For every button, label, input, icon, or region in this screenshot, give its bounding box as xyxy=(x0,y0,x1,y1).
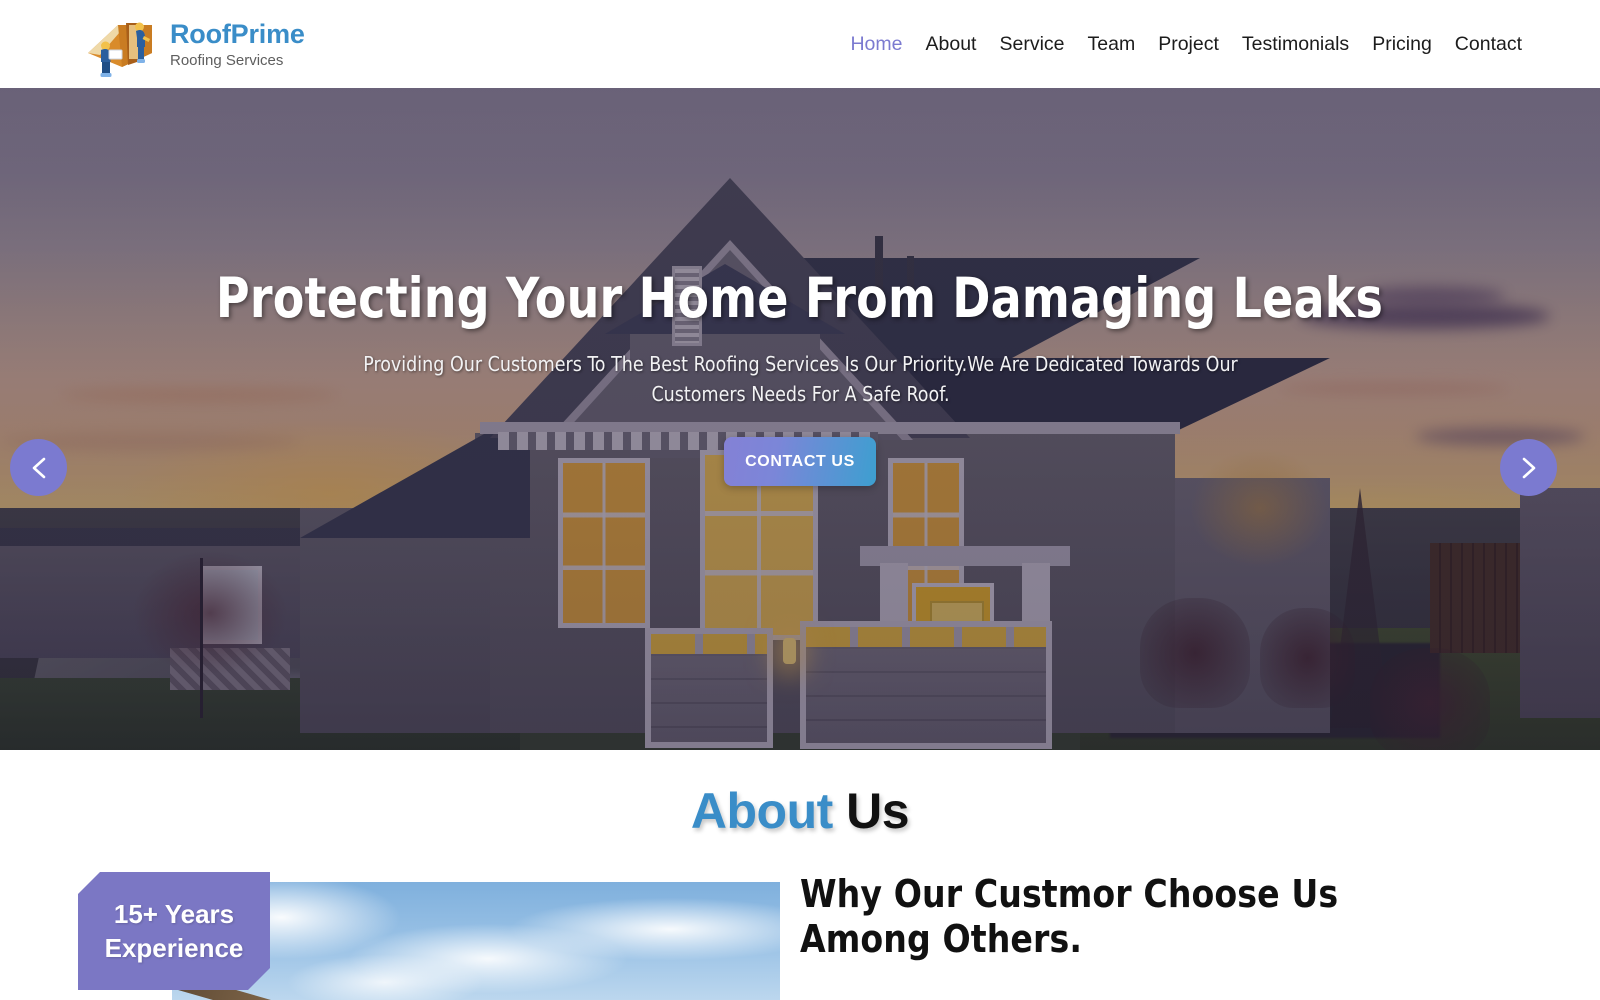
hero-title: Protecting Your Home From Damaging Leaks xyxy=(216,266,1384,330)
nav-item-contact[interactable]: Contact xyxy=(1455,33,1522,56)
nav-item-pricing[interactable]: Pricing xyxy=(1372,33,1432,56)
main-navigation: Home About Service Team Project Testimon… xyxy=(850,33,1522,56)
brand-name: RoofPrime xyxy=(170,18,305,49)
experience-badge-line1: 15+ Years xyxy=(113,898,235,929)
brand-tagline: Roofing Services xyxy=(170,51,284,69)
chevron-left-icon xyxy=(28,455,50,481)
nav-item-service[interactable]: Service xyxy=(999,33,1064,56)
about-section-title: About Us xyxy=(0,782,1600,840)
nav-item-home[interactable]: Home xyxy=(850,33,902,56)
nav-item-about[interactable]: About xyxy=(926,33,977,56)
hero-carousel: Protecting Your Home From Damaging Leaks… xyxy=(0,88,1600,750)
nav-item-testimonials[interactable]: Testimonials xyxy=(1242,33,1349,56)
about-title-plain: Us xyxy=(832,783,910,839)
roofers-on-roof-icon xyxy=(82,9,158,79)
about-title-highlight: About xyxy=(690,783,833,839)
contact-us-button[interactable]: CONTACT US xyxy=(724,437,876,486)
nav-item-team[interactable]: Team xyxy=(1088,33,1136,56)
hero-subtitle: Providing Our Customers To The Best Roof… xyxy=(362,351,1238,407)
experience-badge-line2: Experience xyxy=(104,933,244,963)
experience-badge: 15+ Years Experience xyxy=(78,872,270,990)
about-section: About Us 15+ Years Experience Why Our Cu… xyxy=(0,750,1600,1000)
about-heading: Why Our Custmor Choose Us Among Others. xyxy=(800,872,1339,961)
nav-item-project[interactable]: Project xyxy=(1158,33,1219,56)
site-header: RoofPrime Roofing Services Home About Se… xyxy=(0,0,1600,88)
carousel-prev-button[interactable] xyxy=(10,439,67,496)
brand-logo[interactable]: RoofPrime Roofing Services xyxy=(82,9,305,79)
chevron-right-icon xyxy=(1518,455,1540,481)
carousel-next-button[interactable] xyxy=(1500,439,1557,496)
